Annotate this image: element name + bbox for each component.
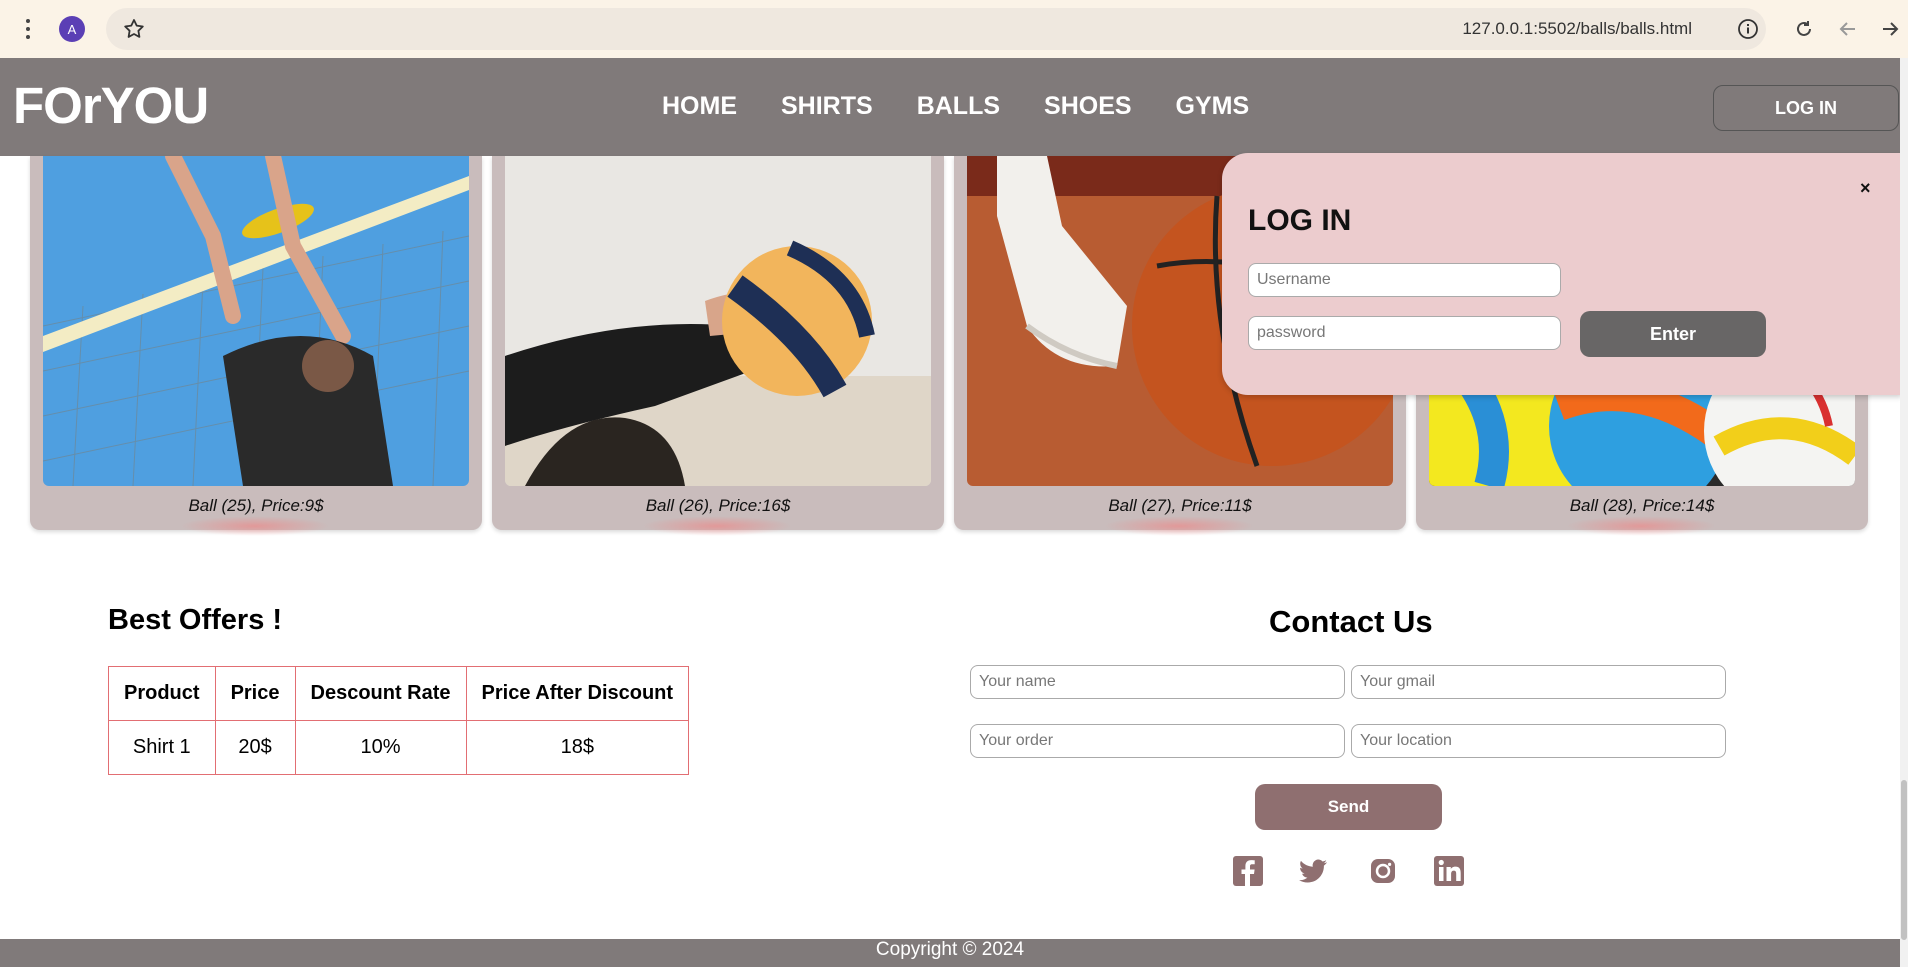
card-glow bbox=[642, 516, 792, 536]
product-caption: Ball (28), Price:14$ bbox=[1569, 496, 1715, 515]
table-cell: 20$ bbox=[214, 720, 296, 775]
browser-toolbar: A 127.0.0.1:5502/balls/balls.html bbox=[0, 0, 1908, 58]
facebook-icon[interactable] bbox=[1232, 855, 1264, 887]
gmail-input[interactable]: Your gmail bbox=[1351, 665, 1726, 699]
back-arrow-icon[interactable] bbox=[1836, 17, 1860, 41]
table-cell: Shirt 1 bbox=[108, 720, 216, 775]
site-info-icon[interactable] bbox=[1737, 18, 1759, 40]
card-glow bbox=[180, 516, 330, 536]
card-glow bbox=[1566, 516, 1716, 536]
scrollbar-thumb[interactable] bbox=[1901, 780, 1907, 940]
bookmark-star-icon[interactable] bbox=[122, 17, 146, 41]
site-logo[interactable]: FOrYOU bbox=[13, 76, 209, 135]
order-input[interactable]: Your order bbox=[970, 724, 1345, 758]
footer: Copyright © 2024 bbox=[0, 939, 1900, 967]
profile-avatar[interactable]: A bbox=[59, 16, 85, 42]
product-caption: Ball (27), Price:11$ bbox=[1108, 496, 1252, 515]
forward-arrow-icon[interactable] bbox=[1878, 17, 1902, 41]
card-glow bbox=[1104, 516, 1254, 536]
username-input[interactable]: Username bbox=[1248, 263, 1561, 297]
volleyball-hand-image bbox=[505, 156, 931, 486]
url-text[interactable]: 127.0.0.1:5502/balls/balls.html bbox=[1462, 19, 1692, 39]
main-nav: HOME SHIRTS BALLS SHOES GYMS bbox=[662, 92, 1293, 121]
volleyball-player-image bbox=[43, 156, 469, 486]
browser-menu-icon[interactable] bbox=[18, 16, 38, 42]
product-card[interactable]: Ball (25), Price:9$ bbox=[30, 156, 482, 536]
product-caption: Ball (25), Price:9$ bbox=[188, 496, 324, 515]
product-card[interactable]: Ball (26), Price:16$ bbox=[492, 156, 944, 536]
table-header-row: Product Price Descount Rate Price After … bbox=[108, 666, 690, 721]
header-login-button[interactable]: LOG IN bbox=[1713, 85, 1899, 131]
table-header: Price After Discount bbox=[465, 666, 690, 721]
name-input[interactable]: Your name bbox=[970, 665, 1345, 699]
nav-link-gyms[interactable]: GYMS bbox=[1176, 92, 1250, 121]
send-button[interactable]: Send bbox=[1255, 784, 1442, 830]
table-header: Descount Rate bbox=[294, 666, 467, 721]
table-cell: 10% bbox=[294, 720, 467, 775]
twitter-icon[interactable] bbox=[1297, 855, 1329, 887]
nav-link-home[interactable]: HOME bbox=[662, 92, 737, 121]
nav-link-balls[interactable]: BALLS bbox=[917, 92, 1000, 121]
table-header: Product bbox=[108, 666, 216, 721]
offers-title: Best Offers ! bbox=[108, 604, 283, 636]
instagram-icon[interactable] bbox=[1367, 855, 1399, 887]
nav-link-shirts[interactable]: SHIRTS bbox=[781, 92, 873, 121]
product-caption: Ball (26), Price:16$ bbox=[645, 496, 791, 515]
table-header: Price bbox=[214, 666, 296, 721]
contact-title: Contact Us bbox=[1269, 604, 1433, 639]
location-input[interactable]: Your location bbox=[1351, 724, 1726, 758]
copyright-text: Copyright © 2024 bbox=[875, 939, 1025, 960]
table-row: Shirt 1 20$ 10% 18$ bbox=[108, 720, 690, 775]
close-icon[interactable]: × bbox=[1860, 178, 1871, 199]
offers-table: Product Price Descount Rate Price After … bbox=[108, 666, 690, 775]
nav-link-shoes[interactable]: SHOES bbox=[1044, 92, 1132, 121]
login-title: LOG IN bbox=[1248, 204, 1352, 237]
enter-button[interactable]: Enter bbox=[1580, 311, 1766, 357]
linkedin-icon[interactable] bbox=[1433, 855, 1465, 887]
reload-icon[interactable] bbox=[1792, 17, 1816, 41]
table-cell: 18$ bbox=[465, 720, 690, 775]
password-input[interactable]: password bbox=[1248, 316, 1561, 350]
